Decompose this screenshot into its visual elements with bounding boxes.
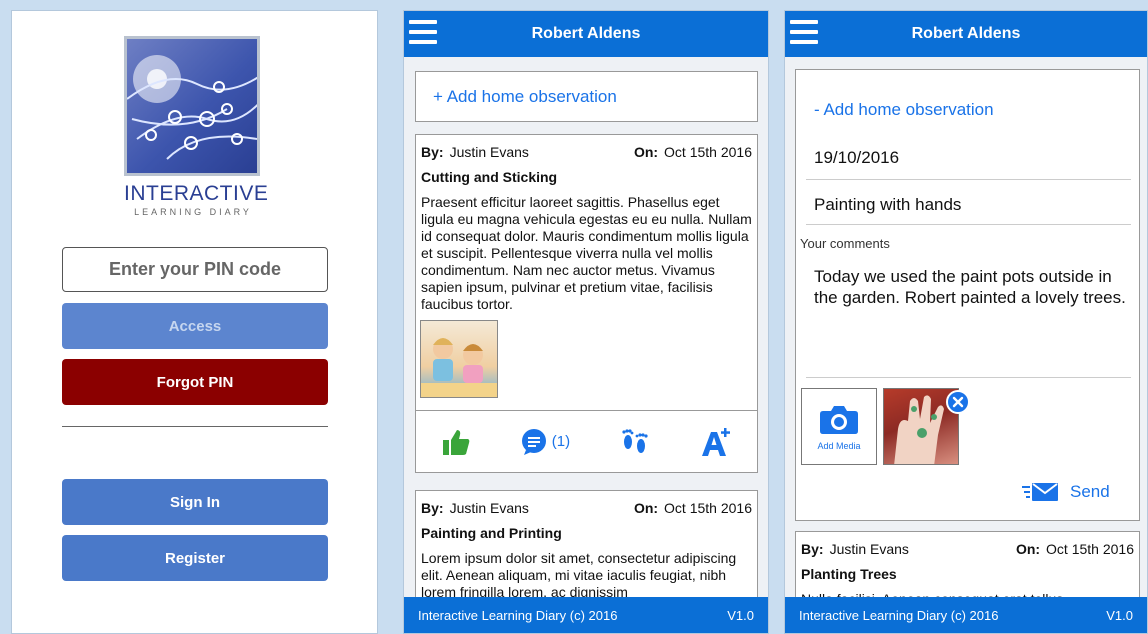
observation-form-screen: Robert Aldens - Add home observation 19/… [784,10,1148,634]
app-header: Robert Aldens [404,11,768,57]
post-photo[interactable] [420,320,498,398]
comment-count: (1) [551,433,571,450]
post-author: Justin Evans [449,144,529,160]
remove-media-button[interactable] [946,390,970,414]
observation-card: By: Justin Evans On: Oct 15th 2016 Plantin… [795,531,1140,597]
post-body: Nulla facilisi. Aenean consequat erat te… [796,582,1139,597]
app-footer: Interactive Learning Diary (c) 2016 V1.0 [404,597,768,633]
a-plus-icon [702,427,731,456]
collapse-observation-button[interactable]: - Add home observation [814,100,994,120]
send-label: Send [1070,482,1110,501]
post-author: Justin Evans [449,500,529,516]
access-button[interactable]: Access [62,303,328,349]
title-field[interactable]: Painting with hands [806,195,1131,225]
post-date: Oct 15th 2016 [1046,541,1134,557]
observation-card: By: Justin Evans On: Oct 15th 2016 Cutting… [415,134,758,473]
child-name: Robert Aldens [911,25,1021,42]
comments-label: Your comments [800,236,890,251]
post-actions: (1) [416,410,757,472]
comments-button[interactable]: (1) [520,428,570,456]
form-content[interactable]: - Add home observation 19/10/2016 Painti… [785,57,1147,597]
feed-screen: Robert Aldens + Add home observation By:… [403,10,769,634]
feed-content[interactable]: + Add home observation By: Justin Evans O… [404,57,768,597]
camera-icon [820,405,858,434]
hamburger-menu-icon[interactable] [409,20,437,44]
post-body: Praesent efficitur laoreet sagittis. Pha… [421,194,752,312]
comments-textarea[interactable]: Today we used the paint pots outside in … [806,266,1131,378]
by-label: By: [421,144,444,160]
send-mail-icon [1022,483,1058,501]
date-field[interactable]: 19/10/2016 [806,148,1131,180]
on-label: On: [633,144,659,160]
comment-icon [521,428,546,455]
footer-copyright: Interactive Learning Diary (c) 2016 [799,607,999,623]
post-date: Oct 15th 2016 [664,500,752,516]
app-header: Robert Aldens [785,11,1147,57]
post-body: Lorem ipsum dolor sit amet, consectetur … [421,550,737,597]
footer-version: V1.0 [1106,607,1133,623]
pin-input[interactable] [62,247,328,292]
observation-form: - Add home observation 19/10/2016 Painti… [795,69,1140,521]
logo-title: INTERACTIVE [124,182,269,205]
footer-copyright: Interactive Learning Diary (c) 2016 [418,607,618,623]
observation-card: By: Justin Evans On: Oct 15th 2016 Paintin… [415,490,758,597]
hamburger-menu-icon[interactable] [790,20,818,44]
send-button[interactable]: Send [1022,482,1110,502]
on-label: On: [1015,541,1041,557]
post-author: Justin Evans [829,541,909,557]
footprints-button[interactable] [619,426,651,458]
post-date: Oct 15th 2016 [664,144,752,160]
post-title: Cutting and Sticking [421,169,558,185]
footprints-icon [622,428,648,453]
close-icon [952,396,964,408]
app-logo: INTERACTIVE LEARNING DIARY [124,36,269,217]
logo-graphic [124,36,260,176]
child-name: Robert Aldens [531,25,641,42]
forgot-pin-button[interactable]: Forgot PIN [62,359,328,405]
sign-in-button[interactable]: Sign In [62,479,328,525]
add-home-observation-button[interactable]: + Add home observation [415,71,758,122]
login-screen: INTERACTIVE LEARNING DIARY Access Forgot… [11,10,378,634]
by-label: By: [421,500,444,516]
add-media-label: Add Media [817,440,861,451]
app-footer: Interactive Learning Diary (c) 2016 V1.0 [785,597,1147,633]
like-button[interactable] [441,427,471,457]
on-label: On: [633,500,659,516]
by-label: By: [801,541,824,557]
footer-version: V1.0 [727,607,754,623]
grade-button[interactable] [700,426,732,458]
register-button[interactable]: Register [62,535,328,581]
logo-subtitle: LEARNING DIARY [134,207,252,217]
divider [62,426,328,427]
post-title: Painting and Printing [421,525,562,541]
thumbs-up-icon [442,429,469,455]
post-title: Planting Trees [801,566,897,582]
add-media-button[interactable]: Add Media [801,388,877,465]
